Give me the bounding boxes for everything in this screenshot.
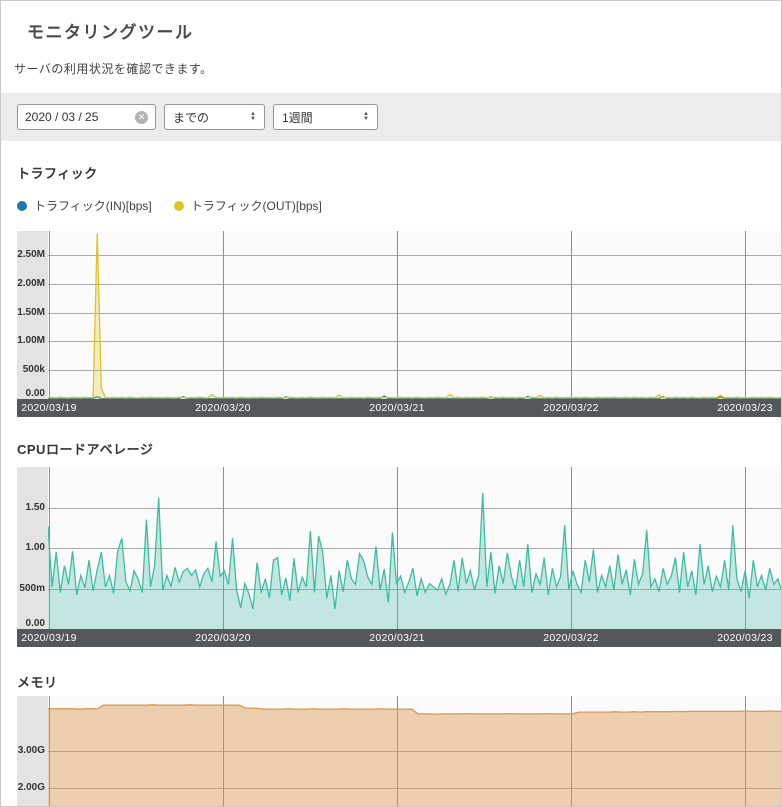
legend-label: トラフィック(IN)[bps] xyxy=(34,197,152,214)
cpu-plot xyxy=(48,467,782,629)
cpu-section-title: CPUロードアベレージ xyxy=(17,439,781,458)
memory-section-title: メモリ xyxy=(17,672,781,691)
traffic-out-area xyxy=(48,233,782,399)
memory-y-axis: 1.00G2.00G3.00G xyxy=(17,696,48,807)
date-input[interactable]: 2020 / 03 / 25 ✕ xyxy=(17,104,156,130)
date-value: 2020 / 03 / 25 xyxy=(25,110,98,124)
legend-item-traffic-in[interactable]: トラフィック(IN)[bps] xyxy=(17,197,152,214)
x-date-label: 2020/03/23 xyxy=(690,402,782,414)
y-tick-label: 2.00M xyxy=(17,278,45,289)
y-tick-label: 2.50M xyxy=(17,249,45,260)
x-date-label: 2020/03/23 xyxy=(690,632,782,644)
select-arrows-icon: ▲ ▼ xyxy=(363,112,369,122)
y-tick-label: 3.00G xyxy=(18,745,45,756)
memory-used-area xyxy=(48,705,782,807)
y-tick-label: 500k xyxy=(23,364,45,375)
y-tick-label: 500m xyxy=(19,583,45,594)
until-select[interactable]: までの ▲ ▼ xyxy=(164,104,265,130)
x-date-label: 2020/03/20 xyxy=(168,632,278,644)
y-tick-label: 0.00 xyxy=(26,388,45,399)
page-title: モニタリングツール xyxy=(27,18,781,43)
cpu-chart: 0.00500m1.001.50 2020/03/192020/03/20202… xyxy=(17,467,782,647)
x-date-label: 2020/03/21 xyxy=(342,402,452,414)
traffic-out-dot-icon xyxy=(174,201,184,211)
traffic-in-dot-icon xyxy=(17,201,27,211)
traffic-section-title: トラフィック xyxy=(17,163,781,182)
arrow-down-icon: ▼ xyxy=(250,117,256,122)
traffic-plot xyxy=(48,231,782,399)
x-date-label: 2020/03/19 xyxy=(0,402,104,414)
filter-bar: 2020 / 03 / 25 ✕ までの ▲ ▼ 1週間 ▲ ▼ xyxy=(1,93,781,141)
legend-label: トラフィック(OUT)[bps] xyxy=(191,197,322,214)
y-tick-label: 1.00M xyxy=(17,335,45,346)
memory-plot xyxy=(48,696,782,807)
monitoring-tool-page: モニタリングツール サーバの利用状況を確認できます。 2020 / 03 / 2… xyxy=(0,0,782,807)
x-date-label: 2020/03/20 xyxy=(168,402,278,414)
x-date-label: 2020/03/22 xyxy=(516,632,626,644)
page-subtitle: サーバの利用状況を確認できます。 xyxy=(14,60,781,77)
x-date-label: 2020/03/21 xyxy=(342,632,452,644)
range-select-value: 1週間 xyxy=(282,109,313,126)
memory-chart: 1.00G2.00G3.00G 2020/03/192020/03/202020… xyxy=(17,696,782,807)
x-date-label: 2020/03/19 xyxy=(0,632,104,644)
clear-date-icon[interactable]: ✕ xyxy=(135,111,148,124)
arrow-down-icon: ▼ xyxy=(363,117,369,122)
traffic-out-line xyxy=(48,233,782,397)
traffic-y-axis: 0.00 500k 1.00M 1.50M 2.00M 2.50M xyxy=(17,231,48,399)
traffic-chart: 0.00500k1.00M1.50M2.00M2.50M 2020/03/192… xyxy=(17,231,782,417)
traffic-x-axis: 2020/03/192020/03/202020/03/212020/03/22… xyxy=(17,399,782,417)
range-select[interactable]: 1週間 ▲ ▼ xyxy=(273,104,378,130)
y-tick-label: 2.00G xyxy=(18,782,45,793)
y-tick-label: 1.50M xyxy=(17,307,45,318)
y-tick-label: 1.50 xyxy=(26,502,45,513)
cpu-x-axis: 2020/03/192020/03/202020/03/212020/03/22… xyxy=(17,629,782,647)
x-date-label: 2020/03/22 xyxy=(516,402,626,414)
y-tick-label: 1.00 xyxy=(26,542,45,553)
select-arrows-icon: ▲ ▼ xyxy=(250,112,256,122)
y-tick-label: 0.00 xyxy=(26,618,45,629)
until-select-value: までの xyxy=(173,109,209,126)
legend-item-traffic-out[interactable]: トラフィック(OUT)[bps] xyxy=(174,197,322,214)
traffic-legend: トラフィック(IN)[bps] トラフィック(OUT)[bps] xyxy=(17,197,781,214)
cpu-y-axis: 0.00 500m 1.00 1.50 xyxy=(17,467,48,629)
